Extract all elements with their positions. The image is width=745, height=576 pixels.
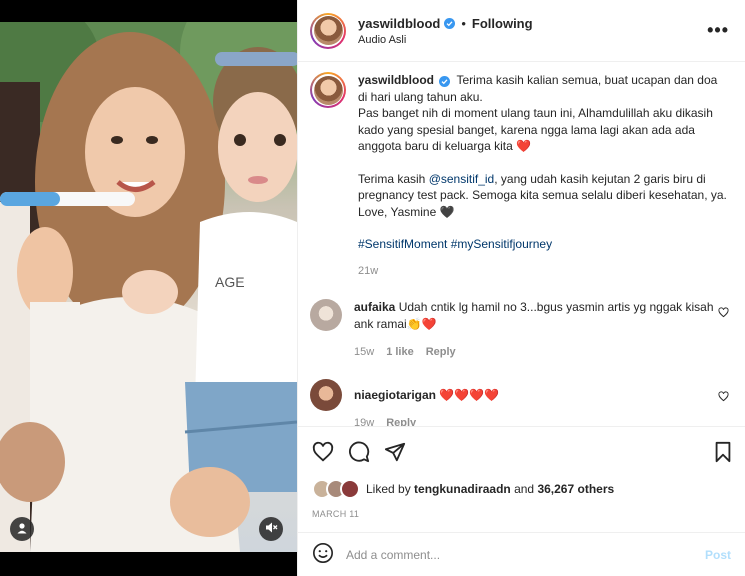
author-username[interactable]: yaswildblood bbox=[358, 16, 440, 31]
svg-text:AGE: AGE bbox=[215, 274, 245, 290]
liked-by-and: and bbox=[514, 482, 535, 496]
comment-likes-count[interactable]: 1 like bbox=[386, 344, 414, 361]
comment-username[interactable]: niaegiotarigan bbox=[354, 388, 436, 402]
add-comment-bar: Post bbox=[298, 532, 745, 576]
caption-timestamp[interactable]: 21w bbox=[358, 263, 729, 280]
reply-button[interactable]: Reply bbox=[386, 415, 416, 426]
separator-dot: • bbox=[461, 15, 466, 31]
liker-avatar[interactable] bbox=[340, 479, 360, 499]
verified-badge-icon bbox=[439, 76, 451, 87]
post-caption: yaswildblood Terima kasih kalian semua, … bbox=[310, 72, 729, 279]
caption-text-2: Pas banget nih di moment ulang taun ini,… bbox=[358, 106, 713, 153]
post-comment-button[interactable]: Post bbox=[705, 548, 731, 562]
like-comment-heart-icon[interactable] bbox=[718, 307, 729, 321]
post-date[interactable]: MARCH 11 bbox=[312, 509, 733, 519]
comment-input[interactable] bbox=[346, 547, 705, 562]
post-details-panel: yaswildblood • Following Audio Asli ••• … bbox=[297, 0, 745, 576]
post-photo: AGE bbox=[0, 22, 297, 552]
comment-timestamp[interactable]: 15w bbox=[354, 344, 374, 361]
speaker-muted-icon bbox=[265, 521, 278, 537]
like-comment-heart-icon[interactable] bbox=[718, 390, 729, 405]
comment-avatar[interactable] bbox=[310, 378, 342, 411]
liked-by-prefix: Liked by bbox=[366, 482, 411, 496]
caption-text-3-pre: Terima kasih bbox=[358, 171, 429, 186]
audio-link[interactable]: Audio Asli bbox=[358, 34, 533, 46]
emoji-icon[interactable] bbox=[312, 542, 334, 567]
user-icon bbox=[16, 522, 28, 537]
verified-badge-icon bbox=[444, 17, 456, 29]
hashtag-links[interactable]: #SensitifMoment #mySensitifjourney bbox=[358, 236, 729, 253]
caption-avatar[interactable] bbox=[310, 72, 346, 108]
tagged-user-button[interactable] bbox=[10, 517, 34, 541]
post-actions: Liked by tengkunadiraadn and 36,267 othe… bbox=[298, 426, 745, 519]
comment-username[interactable]: aufaika bbox=[354, 300, 395, 314]
likes-summary: Liked by tengkunadiraadn and 36,267 othe… bbox=[312, 479, 733, 499]
post-header: yaswildblood • Following Audio Asli ••• bbox=[298, 0, 745, 62]
liked-by-user[interactable]: tengkunadiraadn bbox=[414, 482, 511, 496]
comments-list[interactable]: yaswildblood Terima kasih kalian semua, … bbox=[298, 62, 745, 426]
like-heart-icon[interactable] bbox=[312, 441, 334, 466]
comment-text: Udah cntik lg hamil no 3...bgus yasmin a… bbox=[354, 300, 714, 331]
comment-item: aufaika Udah cntik lg hamil no 3...bgus … bbox=[310, 299, 729, 361]
more-options-button[interactable]: ••• bbox=[707, 20, 729, 41]
following-button[interactable]: Following bbox=[472, 16, 533, 31]
comment-avatar[interactable] bbox=[310, 299, 342, 331]
caption-username[interactable]: yaswildblood bbox=[358, 73, 434, 87]
mention-link[interactable]: @sensitif_id bbox=[429, 172, 495, 186]
mute-button[interactable] bbox=[259, 517, 283, 541]
comment-item: niaegiotarigan ❤️❤️❤️❤️ 19w Reply bbox=[310, 378, 729, 426]
likes-count-link[interactable]: 36,267 others bbox=[537, 482, 614, 496]
comment-timestamp[interactable]: 19w bbox=[354, 415, 374, 426]
comment-text: ❤️❤️❤️❤️ bbox=[439, 387, 500, 402]
share-paper-plane-icon[interactable] bbox=[384, 441, 406, 466]
comment-bubble-icon[interactable] bbox=[348, 441, 370, 466]
bookmark-icon[interactable] bbox=[713, 441, 733, 466]
post-media[interactable]: AGE bbox=[0, 0, 297, 576]
author-avatar[interactable] bbox=[310, 12, 346, 49]
reply-button[interactable]: Reply bbox=[426, 344, 456, 361]
